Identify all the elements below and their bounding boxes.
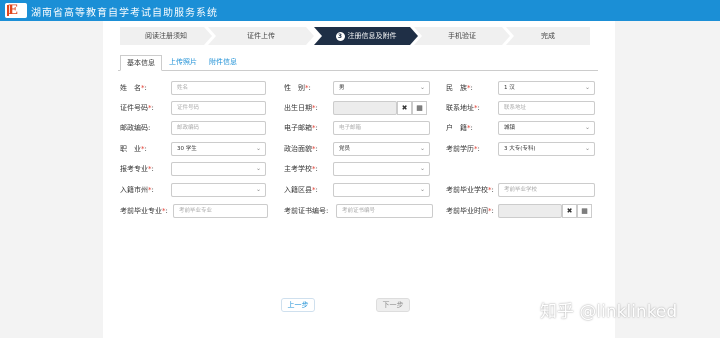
watermark: 知乎 @linklinked	[540, 302, 678, 322]
step-label: 注册信息及附件	[347, 32, 397, 40]
name-input[interactable]: 姓名	[171, 81, 266, 95]
gender-select[interactable]: 男 ⌄	[333, 81, 430, 95]
grad-major-label: 考前毕业专业*:	[120, 207, 168, 215]
step-number: 3	[335, 32, 345, 41]
grad-major-input[interactable]: 考前毕业专业	[173, 204, 268, 218]
step-label: 手机验证	[448, 32, 476, 40]
chevron-down-icon: ⌄	[419, 186, 425, 193]
calendar-icon[interactable]: ▦	[412, 101, 427, 115]
clear-icon[interactable]: ✖	[562, 204, 577, 218]
city-label: 入籍市州*:	[120, 186, 154, 194]
district-select[interactable]: ⌄	[333, 183, 430, 197]
main-school-label: 主考学校*:	[284, 165, 318, 173]
major-select[interactable]: ⌄	[171, 162, 266, 176]
major-label: 报考专业*:	[120, 165, 154, 173]
app-header: E 湖南省高等教育自学考试自助服务系统	[0, 0, 720, 21]
previous-step-button[interactable]: 上一步	[281, 298, 315, 312]
calendar-icon[interactable]: ▦	[577, 204, 592, 218]
politics-select[interactable]: 党员 ⌄	[333, 142, 430, 156]
chevron-down-icon: ⌄	[419, 145, 425, 152]
chevron-down-icon: ⌄	[584, 145, 590, 152]
ethnicity-label: 民 族*:	[446, 84, 473, 92]
app-title: 湖南省高等教育自学考试自助服务系统	[31, 8, 218, 19]
chevron-down-icon: ⌄	[584, 124, 590, 131]
ethnicity-select[interactable]: 1 汉 ⌄	[498, 81, 595, 95]
step-complete: 完成	[506, 27, 590, 45]
hukou-label: 户 籍*:	[446, 124, 473, 132]
step-registration-info: 3 注册信息及附件	[314, 27, 418, 45]
hukou-select[interactable]: 城镇 ⌄	[498, 121, 595, 135]
clear-icon[interactable]: ✖	[397, 101, 412, 115]
education-select[interactable]: 3 大专(专科) ⌄	[498, 142, 595, 156]
chevron-down-icon: ⌄	[419, 165, 425, 172]
birth-date-label: 出生日期*:	[284, 104, 318, 112]
next-step-button[interactable]: 下一步	[376, 298, 410, 312]
chevron-down-icon: ⌄	[255, 165, 261, 172]
grad-time-label: 考前毕业时间*:	[446, 207, 494, 215]
grad-school-label: 考前毕业学校*:	[446, 186, 494, 194]
district-label: 入籍区县*:	[284, 186, 318, 194]
occupation-select[interactable]: 30 学生 ⌄	[171, 142, 266, 156]
politics-label: 政治面貌*:	[284, 145, 318, 153]
city-select[interactable]: ⌄	[171, 183, 266, 197]
chevron-down-icon: ⌄	[255, 186, 261, 193]
chevron-down-icon: ⌄	[584, 84, 590, 91]
address-input[interactable]: 联系地址	[498, 101, 595, 115]
gender-label: 性 别*:	[284, 84, 311, 92]
tab-upload-photo[interactable]: 上传照片	[166, 55, 200, 71]
main-school-select[interactable]: ⌄	[333, 162, 430, 176]
step-label: 阅读注册须知	[145, 32, 187, 40]
name-label: 姓 名*:	[120, 84, 147, 92]
id-number-label: 证件号码*:	[120, 104, 154, 112]
grad-school-input[interactable]: 考前毕业学校	[498, 183, 595, 197]
step-label: 证件上传	[247, 32, 275, 40]
cert-number-input[interactable]: 考前证书编号	[336, 204, 433, 218]
grad-time-input[interactable]	[498, 204, 562, 218]
tab-attachments[interactable]: 附件信息	[206, 55, 240, 71]
step-phone-verify: 手机验证	[414, 27, 510, 45]
occupation-label: 职 业*:	[120, 145, 147, 153]
step-progress: 阅读注册须知 证件上传 3 注册信息及附件 手机验证 完成	[120, 27, 590, 45]
birth-date-input[interactable]	[333, 101, 397, 115]
education-label: 考前学历*:	[446, 145, 480, 153]
tab-basic-info[interactable]: 基本信息	[120, 55, 162, 71]
step-id-upload: 证件上传	[208, 27, 314, 45]
postcode-input[interactable]: 邮政编码	[171, 121, 266, 135]
email-label: 电子邮箱*:	[284, 124, 318, 132]
chevron-down-icon: ⌄	[255, 145, 261, 152]
cert-number-label: 考前证书编号:	[284, 207, 329, 215]
exam-logo-icon: E	[5, 3, 27, 18]
step-read-notice: 阅读注册须知	[120, 27, 212, 45]
address-label: 联系地址*:	[446, 104, 480, 112]
id-number-input[interactable]: 证件号码	[171, 101, 266, 115]
email-input[interactable]: 电子邮箱	[333, 121, 430, 135]
step-label: 完成	[541, 32, 555, 40]
chevron-down-icon: ⌄	[419, 84, 425, 91]
postcode-label: 邮政编码:	[120, 124, 151, 132]
